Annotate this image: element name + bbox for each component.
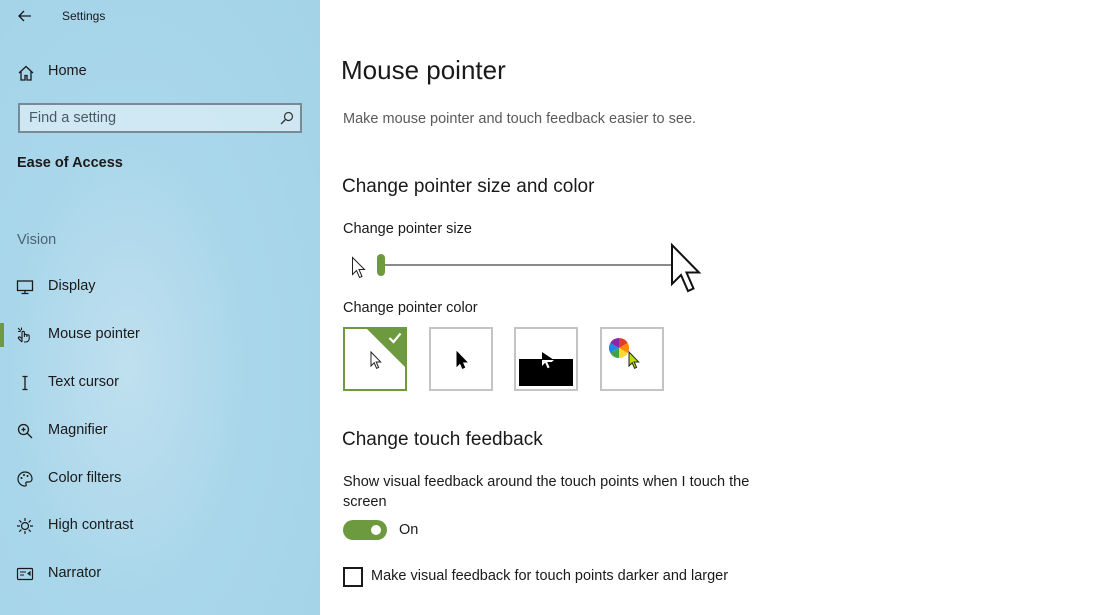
darker-feedback-checkbox[interactable] xyxy=(343,567,363,587)
color-wheel-icon xyxy=(608,337,630,359)
large-pointer-icon xyxy=(671,243,702,293)
small-pointer-icon xyxy=(352,256,366,279)
sidebar-item-label: Display xyxy=(48,278,96,294)
magnifier-icon xyxy=(17,423,33,439)
sidebar-item-narrator[interactable]: Narrator xyxy=(0,556,320,592)
pointer-color-black[interactable] xyxy=(429,327,493,391)
group-label-vision: Vision xyxy=(17,232,57,248)
touch-feedback-toggle[interactable] xyxy=(343,520,387,540)
title-bar: Settings xyxy=(0,0,320,32)
sidebar-item-color-filters[interactable]: Color filters xyxy=(0,461,320,497)
sidebar-item-label: Color filters xyxy=(48,470,122,486)
main-content: Mouse pointer Make mouse pointer and tou… xyxy=(320,0,1095,615)
page-description: Make mouse pointer and touch feedback ea… xyxy=(343,111,697,127)
back-arrow-icon xyxy=(18,10,31,22)
text-cursor-icon xyxy=(22,375,28,391)
touch-feedback-label-line1: Show visual feedback around the touch po… xyxy=(343,474,750,490)
sidebar-item-mouse-pointer[interactable]: Mouse pointer xyxy=(0,317,320,353)
pointer-section-heading: Change pointer size and color xyxy=(342,176,595,197)
sidebar-item-label: Text cursor xyxy=(48,374,119,390)
touch-feedback-label-line2: screen xyxy=(343,494,387,510)
monitor-icon xyxy=(16,280,34,295)
search-input[interactable] xyxy=(20,105,279,131)
checkmark-icon xyxy=(388,332,402,344)
sidebar-item-label: Magnifier xyxy=(48,422,108,438)
app-title: Settings xyxy=(62,9,106,23)
pointer-color-inverted[interactable] xyxy=(514,327,578,391)
sidebar-item-label: High contrast xyxy=(48,517,134,533)
pointer-size-label: Change pointer size xyxy=(343,221,472,237)
sidebar-item-display[interactable]: Display xyxy=(0,269,320,305)
pointer-color-label: Change pointer color xyxy=(343,300,478,316)
back-button[interactable] xyxy=(12,4,38,28)
sidebar-item-high-contrast[interactable]: High contrast xyxy=(0,508,320,544)
page-title: Mouse pointer xyxy=(341,55,506,85)
black-pointer-icon xyxy=(456,351,468,369)
sidebar-item-label: Home xyxy=(48,63,87,79)
narrator-icon xyxy=(16,567,34,581)
search-icon[interactable] xyxy=(280,111,294,125)
sidebar-item-text-cursor[interactable]: Text cursor xyxy=(0,365,320,401)
darker-feedback-label[interactable]: Make visual feedback for touch points da… xyxy=(371,568,728,584)
palette-icon xyxy=(17,471,33,487)
sidebar-item-label: Mouse pointer xyxy=(48,326,140,342)
inverted-pointer-icon xyxy=(542,352,554,369)
pointer-color-custom[interactable] xyxy=(600,327,664,391)
sidebar: Settings Home Ease of Access Vision Disp… xyxy=(0,0,320,615)
touch-section-heading: Change touch feedback xyxy=(342,429,543,450)
sidebar-item-label: Narrator xyxy=(48,565,102,581)
pointer-size-slider[interactable] xyxy=(343,243,713,298)
darker-feedback-row: Make visual feedback for touch points da… xyxy=(343,566,783,588)
sidebar-item-magnifier[interactable]: Magnifier xyxy=(0,413,320,449)
slider-thumb[interactable] xyxy=(377,254,385,276)
sidebar-item-home[interactable]: Home xyxy=(0,56,320,88)
brightness-icon xyxy=(17,518,33,534)
toggle-knob xyxy=(371,525,381,535)
custom-pointer-icon xyxy=(628,351,640,369)
search-box xyxy=(18,103,302,133)
home-icon xyxy=(18,65,34,81)
slider-track[interactable] xyxy=(383,264,676,266)
toggle-state-label: On xyxy=(399,522,419,538)
pointer-color-white[interactable] xyxy=(343,327,407,391)
mouse-pointer-icon xyxy=(17,327,30,343)
category-title: Ease of Access xyxy=(17,155,123,171)
white-pointer-icon xyxy=(370,351,382,369)
